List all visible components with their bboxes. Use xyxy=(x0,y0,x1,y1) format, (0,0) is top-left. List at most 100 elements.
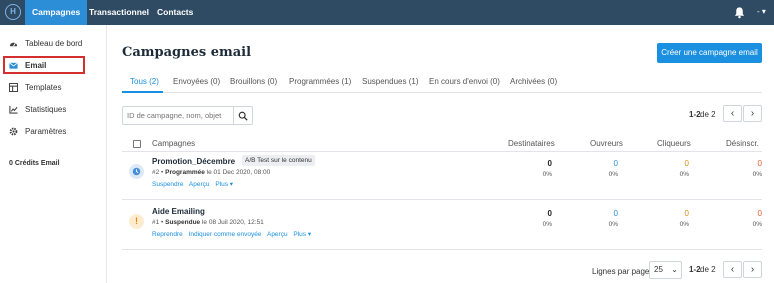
tab-en-cours[interactable]: En cours d'envoi (0) xyxy=(429,77,500,86)
rows-per-page-label: Lignes par page xyxy=(592,267,650,276)
campaign-date: le 08 Juil 2020, 12:51 xyxy=(201,219,264,226)
stat-ouvreurs: 0 xyxy=(613,159,618,168)
sidebar-item-parametres[interactable]: Paramètres xyxy=(0,123,107,141)
stat-cliqueurs-pct: 0% xyxy=(679,221,689,228)
nav-campagnes[interactable]: Campagnes xyxy=(25,0,88,25)
user-menu[interactable]: - ▾ xyxy=(757,7,766,16)
campaign-status: Suspendue xyxy=(165,219,201,226)
preview-link[interactable]: Aperçu xyxy=(189,181,210,188)
logo-icon[interactable]: H xyxy=(5,4,21,20)
table-row[interactable]: ! Aide Emailing #1 • Suspendue le 08 Jui… xyxy=(122,202,762,250)
table-row[interactable]: Promotion_Décembre A/B Test sur le conte… xyxy=(122,152,762,200)
chevron-right-icon: › xyxy=(750,264,755,275)
sidebar-item-statistiques[interactable]: Statistiques xyxy=(0,101,107,119)
search-button[interactable] xyxy=(233,106,253,125)
stat-destinataires: 0 xyxy=(547,209,552,218)
chevron-down-icon: ⌄ xyxy=(671,265,678,274)
campaign-id: #2 • xyxy=(152,169,164,176)
sidebar-item-label: Statistiques xyxy=(25,105,67,114)
tab-suspendues[interactable]: Suspendues (1) xyxy=(362,77,418,86)
preview-link[interactable]: Aperçu xyxy=(267,231,288,238)
ab-test-badge: A/B Test sur le contenu xyxy=(242,155,315,166)
campaign-status-line: #2 • Programmée le 01 Dec 2020, 08:00 xyxy=(152,169,270,176)
sidebar-item-email[interactable]: Email xyxy=(3,56,85,74)
row-actions: Reprendre Indiquer comme envoyée Aperçu … xyxy=(152,230,315,238)
pager-total: de 2 xyxy=(700,110,716,119)
sidebar-item-label: Paramètres xyxy=(25,127,67,136)
stat-cliqueurs: 0 xyxy=(684,159,689,168)
prev-page-button[interactable]: ‹ xyxy=(723,105,742,122)
chevron-left-icon: ‹ xyxy=(730,108,735,119)
campaign-status-line: #1 • Suspendue le 08 Juil 2020, 12:51 xyxy=(152,219,264,226)
search-icon xyxy=(238,111,248,121)
footer-prev-page-button[interactable]: ‹ xyxy=(723,261,742,278)
sidebar: Tableau de bord Email Templates Statisti… xyxy=(0,25,107,283)
main-content: Campagnes email Créer une campagne email… xyxy=(108,25,774,283)
clock-icon xyxy=(129,164,144,179)
chevron-left-icon: ‹ xyxy=(730,264,735,275)
campaign-name[interactable]: Promotion_Décembre xyxy=(152,157,235,166)
resume-link[interactable]: Reprendre xyxy=(152,231,183,238)
email-credits: 0 Crédits Email xyxy=(9,160,60,167)
rows-per-page-select[interactable]: 25 ⌄ xyxy=(649,261,682,279)
dashboard-icon xyxy=(9,42,18,47)
footer-pager-total: de 2 xyxy=(700,265,716,274)
footer-pager-range: 1-2 xyxy=(689,265,701,274)
column-campagnes: Campagnes xyxy=(152,139,196,148)
create-campaign-button[interactable]: Créer une campagne email xyxy=(657,43,762,63)
envelope-icon xyxy=(9,62,18,69)
tab-envoyees[interactable]: Envoyées (0) xyxy=(173,77,220,86)
stat-ouvreurs-pct: 0% xyxy=(608,171,618,178)
suspend-link[interactable]: Suspendre xyxy=(152,181,183,188)
rows-per-page-value: 25 xyxy=(654,265,663,274)
stat-ouvreurs: 0 xyxy=(613,209,618,218)
campaign-id: #1 • xyxy=(152,219,164,226)
mark-sent-link[interactable]: Indiquer comme envoyée xyxy=(189,231,262,238)
more-dropdown[interactable]: Plus ▾ xyxy=(293,231,311,238)
stat-destinataires-pct: 0% xyxy=(542,221,552,228)
stat-desinscr: 0 xyxy=(757,159,762,168)
column-desinscr: Désinscr. xyxy=(726,139,759,148)
stat-destinataires: 0 xyxy=(547,159,552,168)
gear-icon xyxy=(9,127,18,136)
sidebar-item-templates[interactable]: Templates xyxy=(0,79,107,97)
warning-icon: ! xyxy=(129,214,144,229)
stat-cliqueurs: 0 xyxy=(684,209,689,218)
stat-ouvreurs-pct: 0% xyxy=(608,221,618,228)
bell-icon[interactable] xyxy=(733,6,746,19)
stat-desinscr-pct: 0% xyxy=(752,171,762,178)
top-nav-bar: H Campagnes Transactionnel Contacts - ▾ xyxy=(0,0,774,25)
campaign-date: le 01 Dec 2020, 08:00 xyxy=(206,169,271,176)
sidebar-item-label: Email xyxy=(25,61,47,70)
stat-destinataires-pct: 0% xyxy=(542,171,552,178)
tab-archivees[interactable]: Archivées (0) xyxy=(510,77,557,86)
nav-contacts[interactable]: Contacts xyxy=(150,0,200,25)
column-cliqueurs: Cliqueurs xyxy=(657,139,691,148)
sidebar-item-label: Tableau de bord xyxy=(25,39,83,48)
search-input[interactable] xyxy=(122,106,234,125)
chart-icon xyxy=(9,105,18,114)
chevron-right-icon: › xyxy=(750,108,755,119)
next-page-button[interactable]: › xyxy=(743,105,762,122)
active-tab-indicator xyxy=(122,91,163,93)
campaign-tabs: Tous (2) Envoyées (0) Brouillons (0) Pro… xyxy=(122,73,762,93)
campaign-status: Programmée xyxy=(165,169,205,176)
stat-desinscr: 0 xyxy=(757,209,762,218)
footer-next-page-button[interactable]: › xyxy=(743,261,762,278)
tab-tous[interactable]: Tous (2) xyxy=(130,77,159,86)
page-title: Campagnes email xyxy=(122,45,252,60)
campaign-name[interactable]: Aide Emailing xyxy=(152,207,205,216)
column-ouvreurs: Ouvreurs xyxy=(590,139,623,148)
sidebar-item-tableau-de-bord[interactable]: Tableau de bord xyxy=(0,35,107,53)
sidebar-item-label: Templates xyxy=(25,83,62,92)
stat-cliqueurs-pct: 0% xyxy=(679,171,689,178)
stat-desinscr-pct: 0% xyxy=(752,221,762,228)
template-icon xyxy=(9,83,18,92)
column-destinataires: Destinataires xyxy=(508,139,555,148)
row-actions: Suspendre Aperçu Plus ▾ xyxy=(152,180,237,188)
nav-transactionnel[interactable]: Transactionnel xyxy=(82,0,156,25)
more-dropdown[interactable]: Plus ▾ xyxy=(215,181,233,188)
table-header: Campagnes Destinataires Ouvreurs Cliqueu… xyxy=(122,135,762,152)
tab-brouillons[interactable]: Brouillons (0) xyxy=(230,77,277,86)
tab-programmees[interactable]: Programmées (1) xyxy=(289,77,351,86)
